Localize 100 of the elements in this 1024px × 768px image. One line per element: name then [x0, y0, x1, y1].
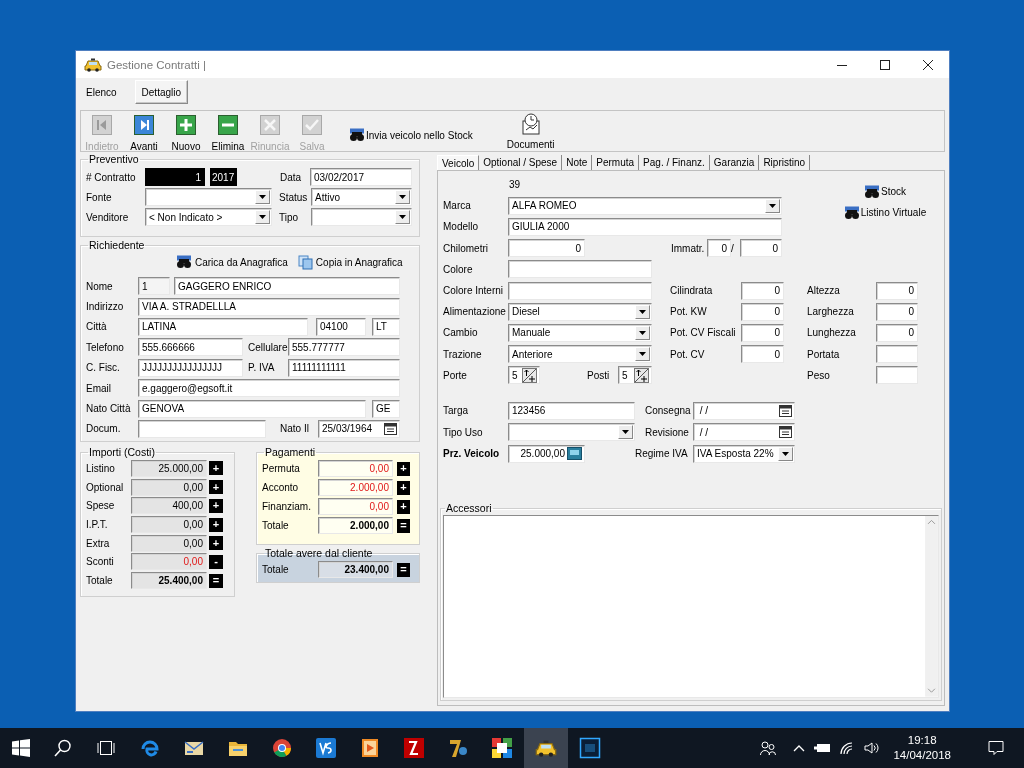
tab[interactable]: Veicolo [437, 155, 480, 171]
dropdown-arrow-icon[interactable] [399, 195, 406, 199]
start-icon[interactable] [12, 739, 30, 757]
text-field[interactable]: 2017 [210, 168, 237, 186]
app-icon[interactable] [315, 737, 337, 759]
car-icon[interactable] [535, 739, 557, 757]
search-icon[interactable] [54, 739, 72, 757]
text-field[interactable]: 0 [707, 239, 731, 258]
app-icon[interactable] [579, 737, 601, 759]
app-icon[interactable] [491, 737, 513, 759]
task-view-icon[interactable] [96, 740, 116, 756]
text-field[interactable]: 123456 [508, 401, 635, 420]
maximize-icon[interactable] [880, 59, 890, 70]
text-field[interactable]: GE [372, 399, 400, 418]
play-icon[interactable] [359, 737, 381, 759]
date-field[interactable]: 25/03/1964 [318, 419, 400, 438]
tab[interactable]: Optional / Spese [479, 155, 563, 170]
app-icon[interactable] [447, 737, 469, 759]
price-field[interactable]: 25.000,00 [508, 444, 585, 463]
lookup-button[interactable]: Listino Virtuale [843, 204, 927, 221]
text-field[interactable] [508, 281, 652, 300]
operator-button[interactable]: + [209, 461, 223, 476]
text-field[interactable]: 0 [876, 281, 918, 300]
toolbar-button[interactable]: Nuovo [165, 111, 207, 151]
operator-button[interactable]: + [209, 498, 223, 513]
text-field[interactable]: 555.666666 [138, 338, 243, 357]
lookup-button[interactable]: Stock [864, 183, 906, 200]
date-field[interactable]: / / [693, 423, 795, 442]
dropdown-arrow-icon[interactable] [639, 352, 646, 357]
notification-icon[interactable] [988, 740, 1004, 756]
tab[interactable]: Note [562, 155, 593, 170]
text-field[interactable]: VIA A. STRADELLLA [138, 297, 400, 316]
app-icon[interactable] [403, 737, 425, 759]
text-field[interactable]: 0 [508, 239, 585, 258]
clock-time[interactable]: 19:18 [907, 733, 937, 748]
text-field[interactable] [876, 366, 918, 385]
documents-button[interactable]: Documenti [506, 111, 555, 151]
tab[interactable]: Dettaglio [134, 80, 189, 104]
text-field[interactable] [138, 419, 266, 438]
amount-field[interactable]: 2.000,00 [318, 517, 393, 535]
operator-button[interactable]: = [397, 562, 410, 577]
chevron-up-icon[interactable] [793, 744, 806, 752]
battery-icon[interactable] [814, 743, 831, 753]
amount-field[interactable]: 0,00 [131, 516, 207, 534]
dropdown-arrow-icon[interactable] [782, 451, 789, 456]
operator-button[interactable]: = [397, 518, 410, 533]
tab[interactable]: Elenco [80, 80, 123, 104]
dropdown-arrow-icon[interactable] [622, 430, 629, 435]
text-field[interactable]: 0 [741, 345, 784, 364]
dropdown[interactable]: Manuale [508, 323, 652, 342]
dropdown-arrow-icon[interactable] [769, 203, 776, 208]
people-icon[interactable] [760, 740, 777, 756]
operator-button[interactable]: = [209, 573, 223, 588]
copy-button[interactable]: Copia in Anagrafica [297, 254, 403, 270]
taskbar-app-button[interactable] [524, 728, 568, 768]
clock-date[interactable]: 14/04/2018 [893, 748, 951, 763]
send-to-stock-button[interactable]: Invia veicolo nello Stock [349, 128, 473, 142]
dropdown[interactable]: Anteriore [508, 345, 652, 364]
operator-button[interactable]: + [209, 517, 223, 532]
tab[interactable]: Pag. / Finanz. [639, 155, 710, 170]
amount-field[interactable]: 400,00 [131, 497, 207, 515]
amount-field[interactable]: 0,00 [318, 460, 393, 478]
text-field[interactable] [876, 345, 918, 364]
dropdown-arrow-icon[interactable] [639, 309, 646, 314]
tab[interactable]: Permuta [592, 155, 640, 170]
text-field[interactable]: e.gaggero@egsoft.it [138, 379, 400, 398]
text-field[interactable]: GENOVA [138, 399, 366, 418]
text-field[interactable]: 555.777777 [288, 338, 400, 357]
text-field[interactable]: 04100 [316, 317, 366, 336]
text-field[interactable] [508, 260, 652, 279]
operator-button[interactable]: + [397, 480, 410, 495]
text-field[interactable]: 0 [741, 281, 784, 300]
amount-field[interactable]: 0,00 [318, 498, 393, 516]
dropdown[interactable]: < Non Indicato > [145, 208, 272, 226]
operator-button[interactable]: + [397, 499, 410, 514]
text-field[interactable]: JJJJJJJJJJJJJJJJ [138, 358, 243, 377]
text-field[interactable]: LATINA [138, 317, 308, 336]
date-field[interactable]: / / [693, 401, 795, 420]
amount-field[interactable]: 23.400,00 [318, 561, 393, 579]
amount-field[interactable]: 0,00 [131, 553, 207, 571]
close-icon[interactable] [923, 59, 933, 70]
text-field[interactable]: 0 [741, 323, 784, 342]
dropdown-arrow-icon[interactable] [259, 215, 266, 219]
dropdown-arrow-icon[interactable] [399, 215, 406, 219]
toolbar-button[interactable]: Avanti [123, 111, 165, 151]
tab[interactable]: Garanzia [709, 155, 760, 170]
text-field[interactable]: 03/02/2017 [310, 168, 412, 186]
toolbar-button[interactable]: Elimina [207, 111, 249, 151]
tab[interactable]: Ripristino [759, 155, 811, 170]
amount-field[interactable]: 0,00 [131, 534, 207, 552]
text-field[interactable]: GAGGERO ENRICO [174, 277, 400, 296]
amount-field[interactable]: 2.000,00 [318, 479, 393, 497]
dropdown[interactable]: ALFA ROMEO [508, 196, 782, 215]
dropdown[interactable]: Diesel [508, 302, 652, 321]
amount-field[interactable]: 0,00 [131, 478, 207, 496]
text-field[interactable]: 1 [145, 168, 205, 186]
amount-field[interactable]: 25.000,00 [131, 459, 207, 477]
operator-button[interactable]: + [397, 461, 410, 476]
load-button[interactable]: Carica da Anagrafica [176, 255, 288, 269]
text-field[interactable]: 1 [138, 277, 170, 296]
